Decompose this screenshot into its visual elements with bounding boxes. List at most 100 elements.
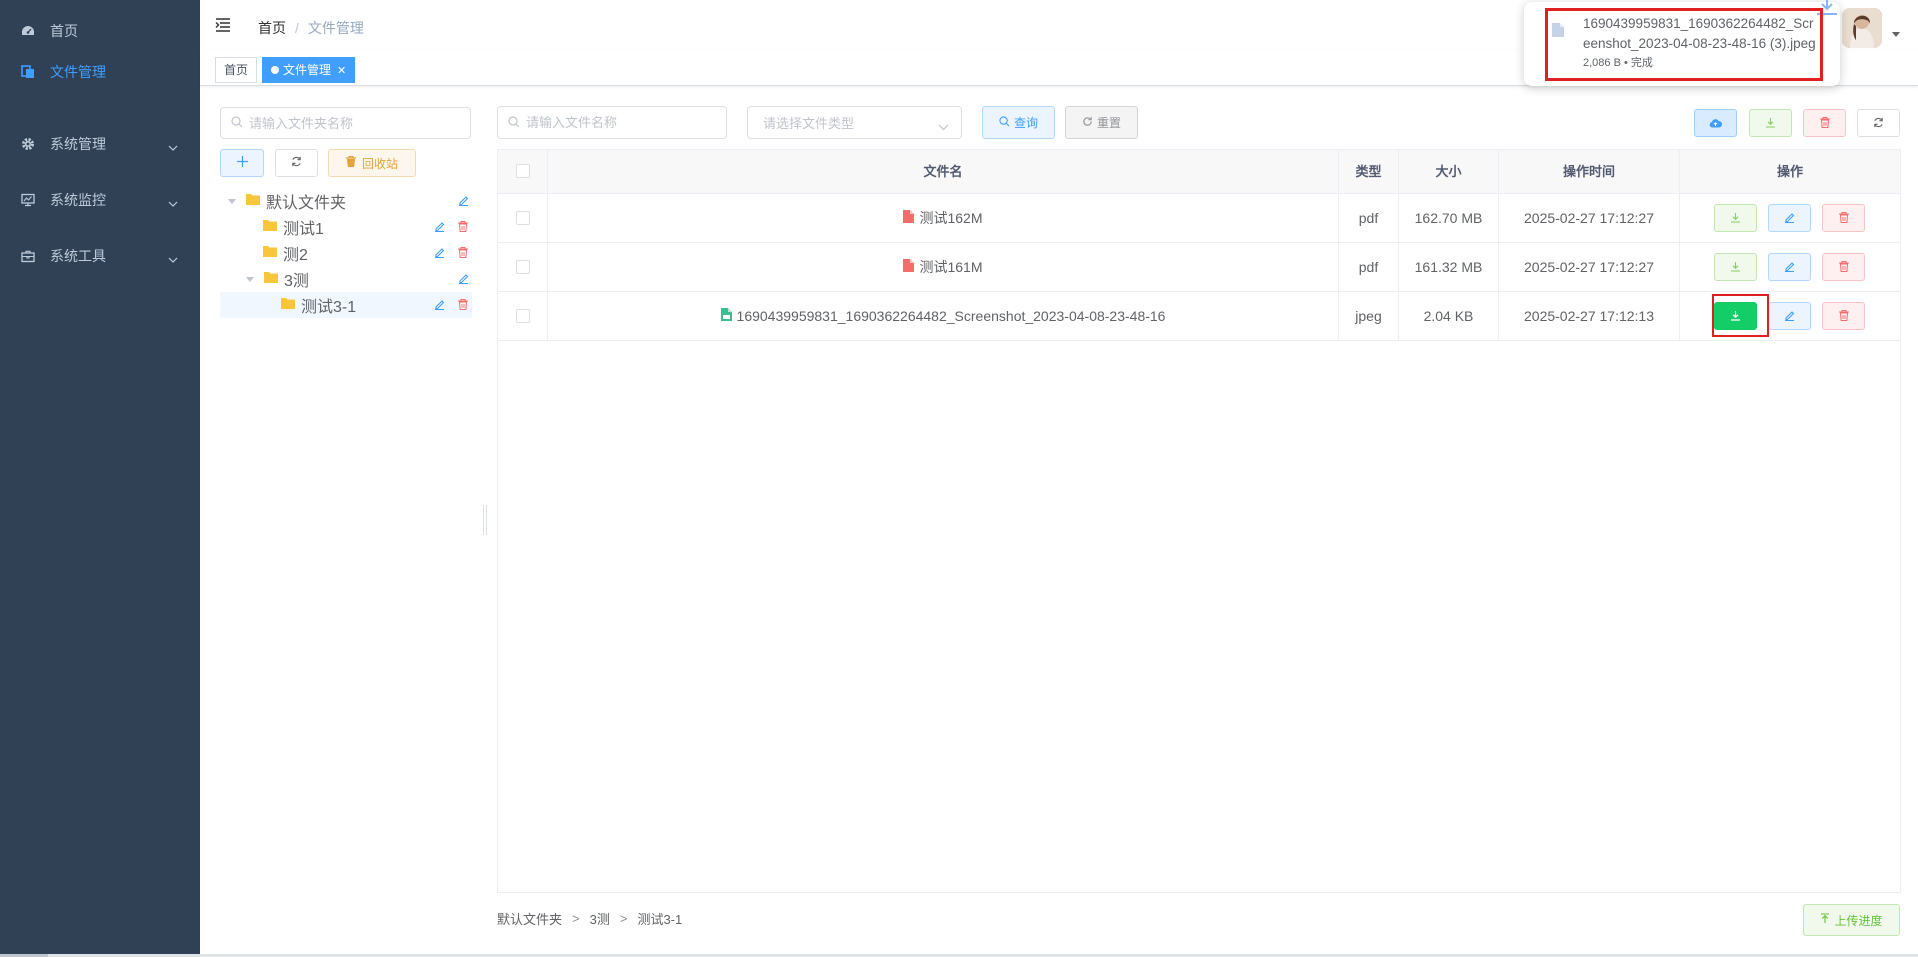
pdf-file-icon bbox=[903, 194, 919, 242]
tag-home[interactable]: 首页 bbox=[215, 57, 258, 83]
image-file-icon bbox=[720, 292, 737, 340]
breadcrumb: 首页 / 文件管理 bbox=[258, 18, 364, 38]
tree-node-label: 测试1 bbox=[283, 221, 324, 238]
search-icon bbox=[231, 115, 243, 131]
sidebar-item-label: 系统管理 bbox=[50, 136, 106, 152]
delete-icon[interactable] bbox=[458, 297, 468, 313]
chevron-down-icon bbox=[168, 194, 178, 210]
breadcrumb-home[interactable]: 首页 bbox=[258, 18, 286, 38]
delete-icon[interactable] bbox=[458, 245, 468, 261]
recycle-bin-button[interactable]: 回收站 bbox=[328, 149, 416, 177]
folder-search-field[interactable] bbox=[220, 107, 471, 139]
edit-icon[interactable] bbox=[434, 245, 445, 261]
expand-caret-icon[interactable] bbox=[246, 276, 254, 282]
search-icon bbox=[508, 115, 520, 131]
query-button[interactable]: 查询 bbox=[982, 106, 1055, 139]
delete-icon[interactable] bbox=[458, 219, 468, 235]
gear-icon bbox=[20, 136, 36, 152]
table-row: 测试161M pdf 161.32 MB 2025-02-27 17:12:27 bbox=[498, 243, 1900, 292]
download-button[interactable] bbox=[1714, 253, 1757, 281]
tree-node-label: 测2 bbox=[283, 247, 308, 264]
batch-download-button[interactable] bbox=[1749, 109, 1792, 137]
row-select-cell bbox=[498, 194, 548, 242]
size-cell: 162.70 MB bbox=[1399, 194, 1499, 242]
panel-splitter-handle[interactable] bbox=[483, 505, 487, 535]
path-separator: > bbox=[619, 911, 628, 926]
files-icon bbox=[20, 64, 36, 80]
caret-down-icon[interactable] bbox=[1892, 32, 1900, 37]
table-header: 文件名 类型 大小 操作时间 操作 bbox=[498, 150, 1900, 194]
tree-node-default-folder[interactable]: 默认文件夹 bbox=[228, 188, 346, 214]
header-actions: 操作 bbox=[1776, 164, 1803, 179]
file-name[interactable]: 测试162M bbox=[919, 194, 982, 242]
type-cell: pdf bbox=[1339, 243, 1399, 291]
upload-progress-button[interactable]: 上传进度 bbox=[1803, 904, 1900, 936]
edit-icon[interactable] bbox=[458, 193, 469, 209]
folder-search-input[interactable] bbox=[249, 115, 449, 131]
path-segment[interactable]: 测试3-1 bbox=[637, 909, 682, 928]
delete-button[interactable] bbox=[1822, 204, 1865, 232]
edit-button[interactable] bbox=[1768, 204, 1811, 232]
reset-button[interactable]: 重置 bbox=[1065, 106, 1138, 139]
download-button[interactable] bbox=[1714, 204, 1757, 232]
delete-icon bbox=[1838, 292, 1849, 340]
upload-arrow-icon bbox=[1820, 913, 1830, 927]
time-cell: 2025-02-27 17:12:27 bbox=[1499, 194, 1680, 242]
expand-caret-icon[interactable] bbox=[228, 198, 236, 204]
edit-icon bbox=[1784, 292, 1795, 340]
tree-node-3test[interactable]: 3测 bbox=[246, 266, 309, 292]
sidebar-item-system-monitor[interactable]: 系统监控 bbox=[0, 172, 200, 228]
sidebar: 首页 文件管理 系统管理 系统监控 系统工具 bbox=[0, 0, 200, 957]
sidebar-item-system-management[interactable]: 系统管理 bbox=[0, 116, 200, 172]
sidebar-item-system-tools[interactable]: 系统工具 bbox=[0, 228, 200, 284]
edit-icon[interactable] bbox=[434, 219, 445, 235]
file-search-field[interactable] bbox=[497, 106, 727, 139]
sidebar-item-label: 系统监控 bbox=[50, 192, 106, 208]
edit-icon[interactable] bbox=[458, 271, 469, 287]
upload-button[interactable] bbox=[1694, 109, 1737, 137]
file-name[interactable]: 1690439959831_1690362264482_Screenshot_2… bbox=[737, 292, 1166, 340]
tree-node-test3-1[interactable]: 测试3-1 bbox=[281, 292, 356, 318]
sidebar-item-files[interactable]: 文件管理 bbox=[0, 44, 200, 100]
refresh-icon bbox=[291, 156, 302, 170]
edit-button[interactable] bbox=[1768, 253, 1811, 281]
edit-icon[interactable] bbox=[434, 297, 445, 313]
search-icon bbox=[999, 115, 1010, 130]
refresh-icon bbox=[1082, 116, 1093, 130]
tree-node-test2[interactable]: 测2 bbox=[263, 240, 308, 266]
refresh-button[interactable] bbox=[1857, 109, 1900, 137]
file-type-placeholder: 请选择文件类型 bbox=[763, 116, 855, 131]
folder-icon bbox=[281, 296, 295, 314]
actions-cell bbox=[1680, 243, 1900, 291]
batch-delete-button[interactable] bbox=[1803, 109, 1846, 137]
delete-button[interactable] bbox=[1822, 302, 1865, 330]
menu-fold-icon[interactable] bbox=[215, 17, 233, 36]
path-segment[interactable]: 默认文件夹 bbox=[497, 909, 562, 928]
folder-path-breadcrumb: 默认文件夹 > 3测 > 测试3-1 bbox=[497, 909, 682, 928]
file-name[interactable]: 测试161M bbox=[919, 243, 982, 291]
add-folder-button[interactable] bbox=[220, 149, 264, 177]
select-all-checkbox[interactable] bbox=[516, 164, 530, 178]
tree-node-test1[interactable]: 测试1 bbox=[263, 214, 324, 240]
avatar[interactable] bbox=[1842, 8, 1882, 48]
sidebar-item-label: 系统工具 bbox=[50, 248, 106, 264]
row-checkbox[interactable] bbox=[516, 260, 530, 274]
tag-file-management[interactable]: 文件管理 ✕ bbox=[262, 57, 356, 83]
folder-icon bbox=[263, 218, 277, 236]
edit-icon bbox=[1784, 243, 1795, 291]
edit-button[interactable] bbox=[1768, 302, 1811, 330]
file-type-select[interactable]: 请选择文件类型 bbox=[747, 106, 962, 139]
tag-label: 首页 bbox=[224, 63, 249, 77]
path-segment[interactable]: 3测 bbox=[590, 909, 610, 928]
row-checkbox[interactable] bbox=[516, 211, 530, 225]
filename-cell: 测试161M bbox=[548, 243, 1339, 291]
refresh-tree-button[interactable] bbox=[275, 149, 318, 177]
delete-button[interactable] bbox=[1822, 253, 1865, 281]
row-checkbox[interactable] bbox=[516, 309, 530, 323]
header-select-all-cell bbox=[498, 150, 548, 194]
tag-label: 文件管理 bbox=[283, 63, 332, 77]
delete-icon bbox=[1838, 194, 1849, 242]
file-search-input[interactable] bbox=[526, 115, 726, 130]
close-icon[interactable]: ✕ bbox=[337, 65, 346, 77]
size-cell: 161.32 MB bbox=[1399, 243, 1499, 291]
